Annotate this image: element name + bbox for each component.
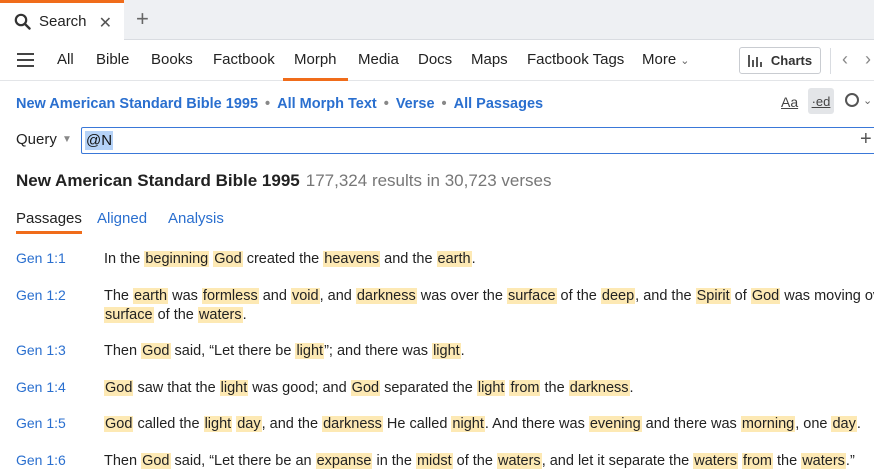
nav-more-label: More [642, 51, 677, 68]
search-hit[interactable]: expanse [315, 453, 373, 469]
nav-books[interactable]: Books [151, 40, 193, 81]
search-hit[interactable]: night [451, 416, 485, 432]
nav-morph[interactable]: Morph [283, 40, 348, 81]
search-hit[interactable]: from [741, 453, 773, 469]
nav-docs[interactable]: Docs [418, 40, 452, 81]
verse-text: The earth was formless and void, and dar… [104, 288, 874, 323]
nav-factbook[interactable]: Factbook [213, 40, 275, 81]
verse-text: Then God said, “Let there be an expanse … [104, 453, 855, 469]
search-tab[interactable]: Search ✕ [0, 0, 124, 40]
breadcrumb-bible[interactable]: New American Standard Bible 1995 [16, 96, 258, 112]
search-hit[interactable]: evening [588, 416, 642, 432]
chevron-right-icon[interactable]: › [865, 49, 871, 70]
search-hit[interactable]: waters [496, 453, 542, 469]
search-hit[interactable]: darkness [568, 380, 630, 396]
search-hit[interactable]: light [203, 416, 233, 432]
search-hit[interactable]: day [236, 416, 262, 432]
query-input[interactable]: @N [81, 127, 874, 154]
chevron-down-icon: ⌄ [680, 55, 690, 67]
add-icon[interactable]: + [860, 128, 872, 151]
search-hit[interactable]: God [141, 453, 171, 469]
breadcrumb-unit[interactable]: Verse [396, 96, 435, 112]
verse-reference[interactable]: Gen 1:2 [16, 287, 66, 303]
verse-reference[interactable]: Gen 1:1 [16, 250, 66, 266]
query-value: @N [85, 131, 114, 150]
tab-passages[interactable]: Passages [16, 210, 82, 234]
search-hit[interactable]: God [141, 343, 171, 359]
search-hit[interactable]: God [750, 288, 781, 304]
breadcrumb-separator: • [441, 96, 447, 112]
search-icon [14, 13, 31, 30]
nav-media[interactable]: Media [358, 40, 399, 81]
search-hit[interactable]: beginning [144, 251, 210, 267]
inflection-toggle-button[interactable]: ·ed [808, 88, 834, 114]
search-hit[interactable]: from [509, 380, 541, 396]
search-hit[interactable]: God [213, 251, 243, 267]
search-hit[interactable]: surface [506, 288, 557, 304]
nav-all[interactable]: All [57, 40, 74, 81]
nav-factbook-tags[interactable]: Factbook Tags [527, 40, 624, 81]
bar-chart-icon [747, 54, 764, 67]
search-hit[interactable]: darkness [355, 288, 417, 304]
search-hit[interactable]: light [219, 380, 249, 396]
search-hit[interactable]: surface [104, 307, 154, 323]
tab-analysis[interactable]: Analysis [168, 210, 224, 234]
font-size-button[interactable]: Aa [781, 94, 798, 110]
breadcrumb: New American Standard Bible 1995 • All M… [16, 94, 543, 114]
new-tab-button[interactable]: + [136, 7, 149, 31]
verse-text: Then God said, “Let there be light”; and… [104, 343, 465, 359]
tab-strip: Search ✕ + [0, 0, 874, 40]
divider [830, 48, 831, 74]
verse-text: In the beginning God created the heavens… [104, 251, 476, 267]
search-hit[interactable]: God [104, 380, 134, 396]
category-nav: All Bible Books Factbook Morph Media Doc… [0, 40, 874, 81]
nav-maps[interactable]: Maps [471, 40, 508, 81]
close-tab-icon[interactable]: ✕ [99, 13, 112, 33]
results-title: New American Standard Bible 1995 177,324 … [16, 171, 551, 191]
verse-reference[interactable]: Gen 1:4 [16, 379, 66, 395]
search-hit[interactable]: void [290, 288, 320, 304]
verse-text: God called the light day, and the darkne… [104, 416, 861, 432]
charts-button[interactable]: Charts [739, 47, 821, 74]
search-hit[interactable]: earth [436, 251, 472, 267]
search-hit[interactable]: light [476, 380, 506, 396]
breadcrumb-text[interactable]: All Morph Text [277, 96, 377, 112]
query-dropdown-icon[interactable]: ▼ [62, 134, 72, 145]
verse-text: God saw that the light was good; and God… [104, 380, 634, 396]
search-tab-label: Search [39, 13, 87, 30]
breadcrumb-separator: • [383, 96, 389, 112]
chevron-down-icon[interactable]: ⌄ [863, 94, 872, 107]
search-hit[interactable]: midst [415, 453, 453, 469]
verse-reference[interactable]: Gen 1:6 [16, 452, 66, 468]
charts-button-label: Charts [770, 53, 813, 68]
search-hit[interactable]: God [104, 416, 134, 432]
tab-aligned[interactable]: Aligned [97, 210, 147, 234]
search-hit[interactable]: formless [201, 288, 259, 304]
search-hit[interactable]: day [831, 416, 857, 432]
verse-reference[interactable]: Gen 1:3 [16, 342, 66, 358]
breadcrumb-separator: • [265, 96, 271, 112]
search-hit[interactable]: deep [600, 288, 636, 304]
verse-reference[interactable]: Gen 1:5 [16, 415, 66, 431]
search-hit[interactable]: morning [740, 416, 796, 432]
visual-filter-icon[interactable] [845, 93, 859, 107]
nav-bible[interactable]: Bible [96, 40, 129, 81]
results-count: 177,324 results in 30,723 verses [305, 171, 552, 190]
nav-more[interactable]: More ⌄ [642, 40, 689, 81]
search-hit[interactable]: waters [801, 453, 846, 469]
search-hit[interactable]: light [432, 343, 461, 359]
breadcrumb-range[interactable]: All Passages [454, 96, 543, 112]
search-hit[interactable]: light [295, 343, 325, 359]
search-hit[interactable]: earth [133, 288, 169, 304]
search-hit[interactable]: waters [197, 307, 243, 323]
search-hit[interactable]: Spirit [695, 288, 731, 304]
search-hit[interactable]: God [350, 380, 381, 396]
chevron-left-icon[interactable]: ‹ [842, 49, 848, 70]
search-hit[interactable]: waters [693, 453, 738, 469]
search-hit[interactable]: heavens [323, 251, 381, 267]
results-bible-name: New American Standard Bible 1995 [16, 171, 300, 190]
search-hit[interactable]: darkness [322, 416, 383, 432]
menu-icon[interactable] [17, 53, 34, 67]
query-label: Query [16, 131, 57, 148]
